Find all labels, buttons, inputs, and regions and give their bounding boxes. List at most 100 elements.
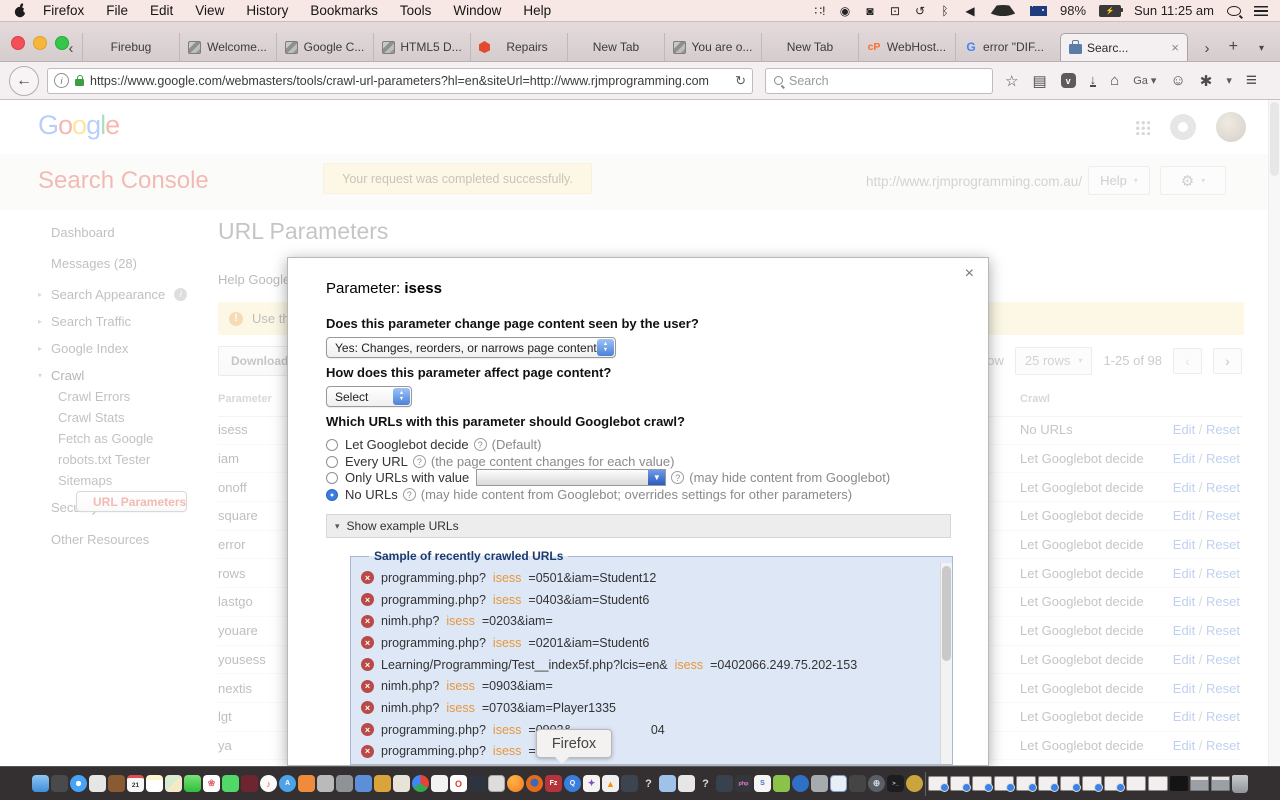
dock-mail[interactable]	[89, 775, 106, 792]
tabs-scroll-right-icon[interactable]: ›	[1200, 40, 1214, 57]
airplay-audio-icon[interactable]: ◙	[864, 4, 876, 18]
dock-documents-app[interactable]	[678, 775, 695, 792]
menu-file[interactable]: File	[106, 3, 128, 18]
apple-menu-icon[interactable]	[14, 3, 27, 18]
dock-firefox[interactable]	[526, 775, 543, 792]
dock-minimized-window[interactable]	[1016, 776, 1037, 792]
close-window-icon[interactable]	[11, 36, 25, 50]
dock-terminal[interactable]: >_	[887, 775, 904, 792]
search-bar[interactable]: Search	[765, 67, 993, 94]
content-change-select[interactable]: Yes: Changes, reorders, or narrows page …	[326, 337, 616, 358]
radio-icon[interactable]	[326, 455, 338, 468]
dock-photo-booth[interactable]	[241, 775, 258, 792]
dock-filezilla[interactable]: Fz	[545, 775, 562, 792]
tab-list-icon[interactable]: ▾	[1259, 43, 1264, 54]
dock-minimized-window[interactable]	[1038, 776, 1059, 792]
radio-every-url[interactable]: Every URL ? (the page content changes fo…	[326, 453, 674, 470]
dock-video-app[interactable]	[849, 775, 866, 792]
dock-minimized-window[interactable]	[994, 776, 1015, 792]
bluetooth-icon[interactable]: ᛒ	[939, 4, 951, 18]
show-example-urls-toggle[interactable]: ▾ Show example URLs	[326, 514, 951, 538]
dock-window-dark[interactable]	[1170, 776, 1188, 791]
dock-textedit[interactable]	[355, 775, 372, 792]
volume-icon[interactable]: ◀	[964, 4, 976, 18]
scrollbar-thumb[interactable]	[942, 566, 951, 661]
dock-minimized-window[interactable]	[1060, 776, 1081, 792]
tab-firebug[interactable]: Firebug	[82, 33, 179, 61]
dock-ibooks[interactable]	[298, 775, 315, 792]
dock-xcode[interactable]	[830, 775, 847, 792]
dock-app-store[interactable]: A	[279, 775, 296, 792]
dock-missing-app-2[interactable]: ?	[697, 775, 714, 792]
dock-quicktime[interactable]: Q	[564, 775, 581, 792]
menu-history[interactable]: History	[246, 3, 288, 18]
pocket-icon[interactable]: v	[1060, 73, 1076, 88]
dock-keychain[interactable]	[811, 775, 828, 792]
extension-icon[interactable]: ✱	[1200, 72, 1213, 90]
dock-preview[interactable]	[488, 775, 505, 792]
menu-help[interactable]: Help	[523, 3, 551, 18]
tabs-scroll-left-icon[interactable]: ‹	[64, 40, 78, 57]
dock-notes[interactable]	[146, 775, 163, 792]
overflow-caret-icon[interactable]: ▾	[1226, 74, 1232, 87]
dock-calendar[interactable]: 21	[127, 775, 144, 792]
dock-picture-frame[interactable]	[1190, 776, 1209, 791]
value-select[interactable]: ▼	[476, 469, 667, 486]
radio-icon[interactable]	[326, 438, 338, 451]
dock-minimized-window[interactable]	[1082, 776, 1103, 792]
dock-minimized-window[interactable]	[1126, 776, 1146, 791]
dock-sourcetree[interactable]: S	[754, 775, 771, 792]
menu-clock[interactable]: Sun 11:25 am	[1134, 3, 1214, 18]
tab-new-tab-1[interactable]: New Tab	[567, 33, 664, 61]
menu-icon[interactable]: ≡	[1246, 70, 1257, 92]
dock-maps[interactable]	[165, 775, 182, 792]
minimize-window-icon[interactable]	[33, 36, 47, 50]
help-icon[interactable]: ?	[412, 455, 426, 468]
dock-minimized-window[interactable]	[1148, 776, 1168, 791]
menu-tools[interactable]: Tools	[400, 3, 432, 18]
help-icon[interactable]: ?	[473, 438, 487, 451]
tab-repairs[interactable]: Repairs	[470, 33, 567, 61]
dock-chrome[interactable]	[412, 775, 429, 792]
close-icon[interactable]: ×	[965, 265, 974, 283]
home-icon[interactable]: ⌂	[1110, 72, 1119, 89]
radio-no-urls[interactable]: No URLs ? (may hide content from Googleb…	[326, 486, 852, 503]
bookmark-star-icon[interactable]: ☆	[1005, 72, 1018, 90]
radio-let-googlebot-decide[interactable]: Let Googlebot decide ? (Default)	[326, 436, 541, 453]
dock-thunderbird[interactable]	[792, 775, 809, 792]
radio-only-urls-with-value[interactable]: Only URLs with value ▼ ? (may hide conte…	[326, 469, 890, 486]
flux-icon[interactable]: ∷!	[814, 4, 826, 18]
dock-minimized-window[interactable]	[928, 776, 949, 792]
spotlight-icon[interactable]	[1227, 5, 1241, 16]
tab-error-dif[interactable]: G error "DIF...	[955, 33, 1052, 61]
dock-launchpad[interactable]	[51, 775, 68, 792]
tab-google-c[interactable]: Google C...	[276, 33, 373, 61]
dock-safari[interactable]	[70, 775, 87, 792]
wifi-icon[interactable]	[988, 5, 1017, 16]
airplay-display-icon[interactable]: ⊡	[889, 4, 901, 18]
help-icon[interactable]: ?	[671, 471, 685, 484]
dock-itunes[interactable]: ♪	[260, 775, 277, 792]
reading-list-icon[interactable]: ▤	[1032, 72, 1046, 90]
affect-select[interactable]: Select	[326, 386, 412, 407]
tab-close-icon[interactable]: ×	[1171, 40, 1179, 55]
dock-vlc[interactable]: ▲	[602, 775, 619, 792]
menu-firefox[interactable]: Firefox	[43, 3, 84, 18]
battery-percent[interactable]: 98%	[1060, 3, 1086, 18]
dock-minimized-window[interactable]	[950, 776, 971, 792]
dock-photos[interactable]: ❀	[203, 775, 220, 792]
dock-trash[interactable]	[1232, 774, 1248, 793]
tab-welcome[interactable]: Welcome...	[179, 33, 276, 61]
tab-html5-d[interactable]: HTML5 D...	[373, 33, 470, 61]
dock-automator[interactable]	[374, 775, 391, 792]
url-text[interactable]: https://www.google.com/webmasters/tools/…	[90, 74, 729, 88]
dock-pixelmator[interactable]	[469, 775, 486, 792]
dock-contacts[interactable]	[108, 775, 125, 792]
dock-facetime[interactable]	[222, 775, 239, 792]
url-bar[interactable]: i https://www.google.com/webmasters/tool…	[47, 67, 753, 94]
dock-cube-app[interactable]	[659, 775, 676, 792]
dock-minimized-window[interactable]	[1104, 776, 1125, 792]
dock-finder[interactable]	[32, 775, 49, 792]
dock-star-app[interactable]: ✦	[583, 775, 600, 792]
tab-webhost[interactable]: cP WebHost...	[858, 33, 955, 61]
